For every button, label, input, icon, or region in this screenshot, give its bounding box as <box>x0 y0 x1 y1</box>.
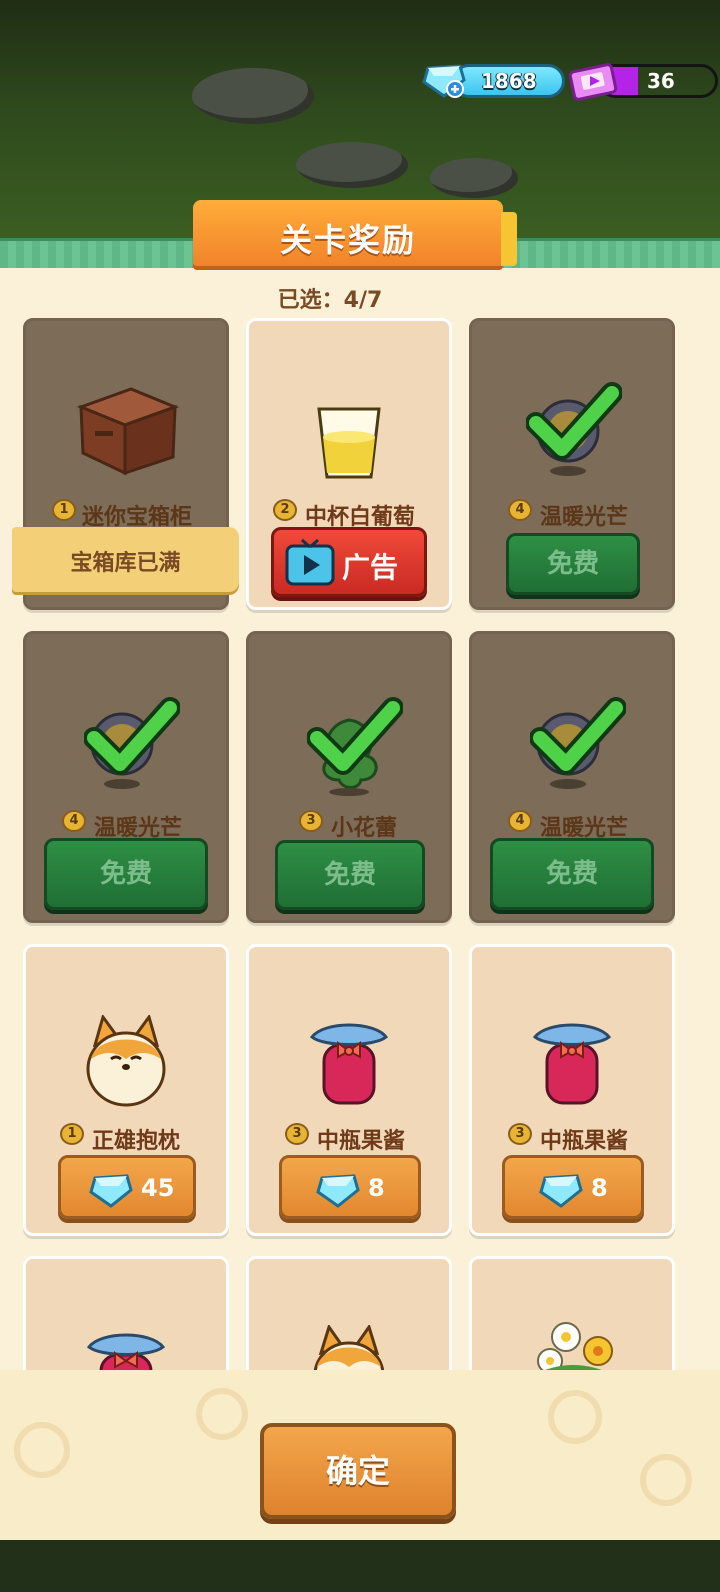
price-label: 8 <box>591 1174 608 1202</box>
rarity-badge: 3 <box>299 810 323 832</box>
rarity-badge: 4 <box>508 810 532 832</box>
check-icon <box>307 697 403 775</box>
rarity-badge: 4 <box>62 810 86 832</box>
decor-swirl <box>14 1422 70 1478</box>
rarity-badge: 1 <box>60 1123 84 1145</box>
reward-card[interactable]: 2 中杯白葡萄 广告 <box>246 318 452 610</box>
bottom-scene-strip <box>0 1540 720 1592</box>
reward-card[interactable]: 1 正雄抱枕 45 <box>23 944 229 1236</box>
free-claim-button[interactable]: 免费 <box>490 838 654 910</box>
gem-add-icon[interactable] <box>422 60 466 98</box>
check-icon <box>530 697 626 775</box>
check-icon <box>526 382 622 460</box>
free-button-label: 免费 <box>99 859 152 889</box>
scene-rock <box>192 68 314 124</box>
item-name: 正雄抱枕 <box>92 1129 181 1154</box>
price-label: 8 <box>368 1174 385 1202</box>
free-claim-button[interactable]: 免费 <box>506 533 640 595</box>
shiba-pillow-icon <box>86 1015 166 1107</box>
gem-count: 1868 <box>481 69 537 93</box>
ad-button-label: 广告 <box>342 551 399 584</box>
rarity-badge: 4 <box>508 499 532 521</box>
reward-card[interactable]: 3 小花蕾 免费 <box>246 631 452 923</box>
rarity-badge: 1 <box>52 499 76 521</box>
white-grape-cup-icon <box>317 407 381 479</box>
reward-card[interactable]: 4 温暖光芒 免费 <box>23 631 229 923</box>
free-button-label: 免费 <box>323 860 376 890</box>
buy-with-gems-button[interactable]: 8 <box>279 1155 421 1219</box>
confirm-button[interactable]: 确定 <box>260 1423 456 1519</box>
item-name: 温暖光芒 <box>540 505 629 530</box>
title-tab: 关卡奖励 <box>193 200 517 266</box>
check-icon <box>84 697 180 775</box>
decor-swirl <box>640 1454 692 1506</box>
rarity-badge: 3 <box>508 1123 532 1145</box>
ticket-icon <box>568 63 618 101</box>
selection-count: 已选：4/7 <box>277 288 383 313</box>
free-claim-button[interactable]: 免费 <box>275 840 425 910</box>
title-tab-flag <box>501 212 517 266</box>
gem-icon <box>539 1174 583 1208</box>
item-name: 小花蕾 <box>331 816 398 841</box>
confirm-button-label: 确定 <box>325 1452 390 1490</box>
buy-with-gems-button[interactable]: 45 <box>58 1155 196 1219</box>
free-button-label: 免费 <box>546 549 599 579</box>
jam-jar-icon <box>532 1023 612 1105</box>
jam-jar-icon <box>309 1023 389 1105</box>
page-title: 关卡奖励 <box>279 221 416 259</box>
tv-play-icon <box>285 538 335 586</box>
scene-rock <box>430 158 518 198</box>
scene-rock <box>296 142 408 188</box>
wooden-chest-icon <box>76 387 180 476</box>
free-button-label: 免费 <box>545 859 598 889</box>
price-label: 45 <box>141 1174 175 1202</box>
ticket-count: 36 <box>647 69 675 93</box>
reward-card[interactable]: 4 温暖光芒 免费 <box>469 318 675 610</box>
buy-with-gems-button[interactable]: 8 <box>502 1155 644 1219</box>
reward-card[interactable]: 3 中瓶果酱 8 <box>469 944 675 1236</box>
item-name: 中瓶果酱 <box>540 1129 629 1154</box>
banner-text: 宝箱库已满 <box>70 551 181 576</box>
chest-storage-full-banner: 宝箱库已满 <box>12 527 239 592</box>
decor-swirl <box>548 1390 602 1444</box>
decor-swirl <box>196 1388 248 1440</box>
gem-icon <box>89 1174 133 1208</box>
free-claim-button[interactable]: 免费 <box>44 838 208 910</box>
gem-icon <box>316 1174 360 1208</box>
gem-counter[interactable]: 1868 <box>452 64 565 98</box>
reward-card[interactable]: 4 温暖光芒 免费 <box>469 631 675 923</box>
reward-card[interactable]: 3 中瓶果酱 8 <box>246 944 452 1236</box>
watch-ad-button[interactable]: 广告 <box>271 527 427 597</box>
rarity-badge: 2 <box>273 499 297 521</box>
item-name: 中瓶果酱 <box>317 1129 406 1154</box>
rarity-badge: 3 <box>285 1123 309 1145</box>
